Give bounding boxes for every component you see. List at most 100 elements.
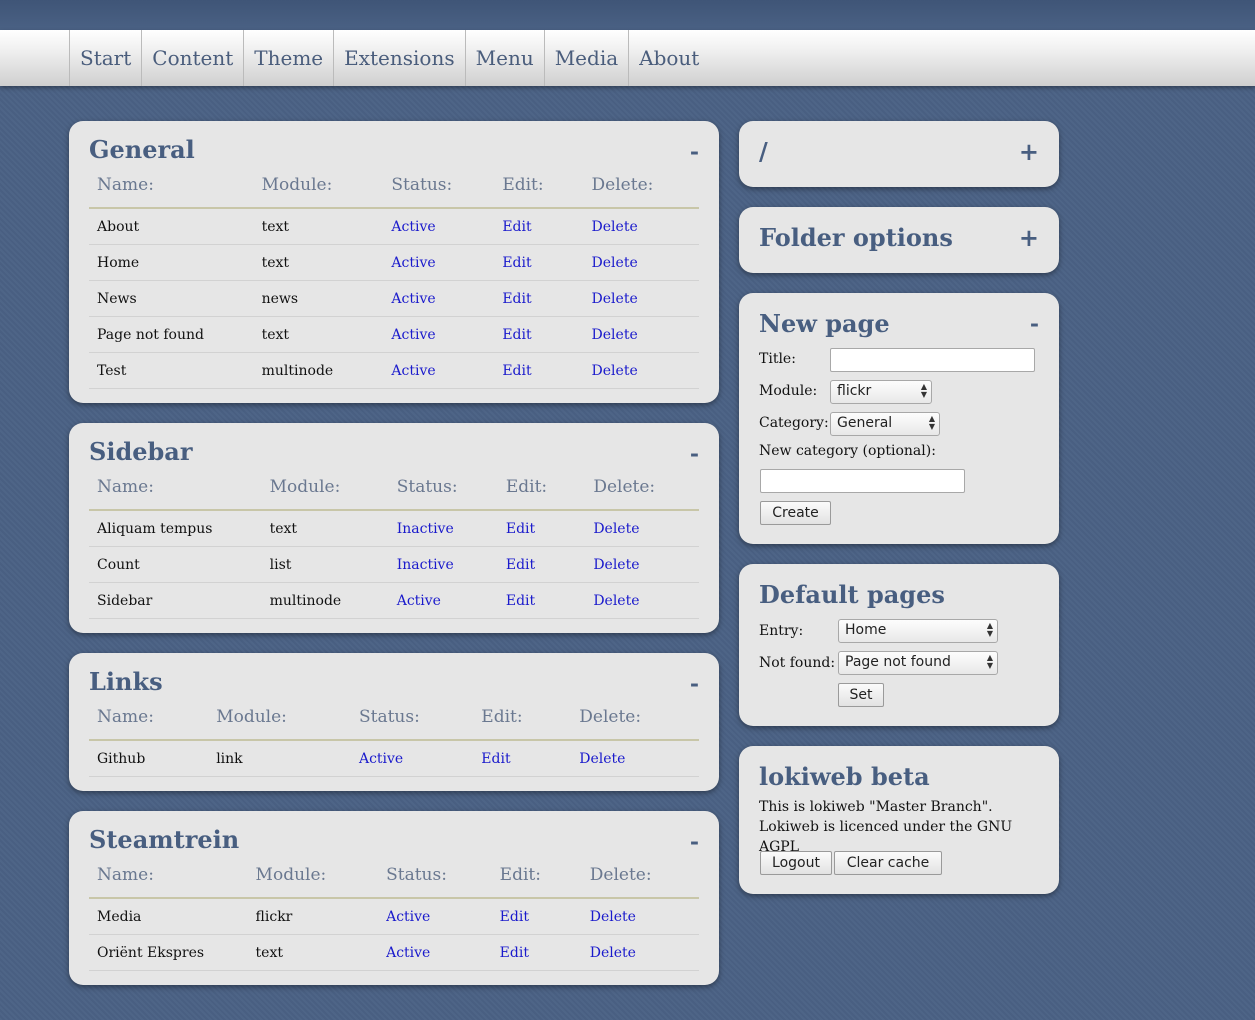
new-page-title: New page [759,309,890,338]
delete-cell: Delete [583,244,699,281]
not-found-label: Not found: [759,655,836,671]
status-link[interactable]: Active [391,327,435,343]
title-label: Title: [759,351,796,367]
create-button[interactable]: Create [760,501,831,525]
delete-link[interactable]: Delete [592,363,638,379]
column-header: Delete: [571,695,699,741]
column-header: Edit: [497,465,586,511]
delete-cell: Delete [583,316,699,353]
status-link[interactable]: Inactive [397,557,454,573]
status-link[interactable]: Active [391,363,435,379]
column-header: Status: [388,465,498,511]
status-link[interactable]: Inactive [397,521,454,537]
module-cell: text [261,510,389,547]
column-header: Module: [208,695,351,741]
path-panel: / + [739,121,1059,187]
delete-link[interactable]: Delete [593,593,639,609]
menu-item-theme[interactable]: Theme [243,30,333,86]
edit-link[interactable]: Edit [502,219,531,235]
clear-cache-button[interactable]: Clear cache [834,851,942,875]
table-row: News news Active Edit Delete [89,280,699,317]
delete-link[interactable]: Delete [593,557,639,573]
module-select[interactable]: flickr ▲ ▼ [830,380,932,404]
table-row: Page not found text Active Edit Delete [89,316,699,353]
logout-button[interactable]: Logout [760,851,832,875]
column-header: Status: [350,695,474,741]
menu-item-about[interactable]: About [628,30,709,86]
column-header: Name: [89,163,254,209]
status-link[interactable]: Active [391,219,435,235]
page-name-text: About [97,218,140,235]
edit-link[interactable]: Edit [502,255,531,271]
delete-link[interactable]: Delete [592,255,638,271]
edit-link[interactable]: Edit [502,291,531,307]
page-name-text: Sidebar [97,592,153,609]
module-label: Module: [759,383,818,399]
module-cell: link [208,740,351,777]
status-cell: Active [350,740,474,777]
category-select[interactable]: General ▲ ▼ [830,412,940,436]
collapse-toggle[interactable]: - [690,671,699,697]
status-link[interactable]: Active [386,945,430,961]
category-select-value: General [837,415,893,431]
edit-link[interactable]: Edit [506,557,535,573]
collapse-toggle[interactable]: - [690,139,699,165]
entry-label: Entry: [759,623,804,639]
expand-toggle[interactable]: + [1019,223,1039,252]
status-link[interactable]: Active [391,291,435,307]
category-panel-sidebar: Sidebar - Name: Module: Status: Edit: Delete… [69,423,719,633]
select-arrows-icon: ▲ ▼ [986,653,993,670]
table-header-row: Name: Module: Status: Edit: Delete: [89,465,699,511]
delete-cell: Delete [581,934,699,971]
edit-link[interactable]: Edit [502,327,531,343]
status-link[interactable]: Active [397,593,441,609]
page-name-text: Github [97,750,146,767]
menu-item-media[interactable]: Media [543,30,628,86]
status-cell: Inactive [388,546,498,583]
menu-item-extensions[interactable]: Extensions [333,30,464,86]
delete-link[interactable]: Delete [590,909,636,925]
column-header: Delete: [583,163,699,209]
delete-link[interactable]: Delete [592,219,638,235]
new-category-label: New category (optional): [759,443,936,459]
expand-toggle[interactable]: + [1019,137,1039,166]
select-arrows-icon: ▲ ▼ [986,621,993,638]
edit-link[interactable]: Edit [506,593,535,609]
edit-cell: Edit [497,582,586,619]
edit-link[interactable]: Edit [481,751,510,767]
set-button[interactable]: Set [838,683,884,707]
entry-select-value: Home [845,622,887,638]
delete-link[interactable]: Delete [592,327,638,343]
status-link[interactable]: Active [391,255,435,271]
edit-link[interactable]: Edit [502,363,531,379]
edit-link[interactable]: Edit [500,909,529,925]
new-category-input[interactable] [760,469,965,493]
page-name-text: Page not found [97,326,204,343]
status-cell: Active [383,244,495,281]
not-found-select[interactable]: Page not found ▲ ▼ [838,651,998,675]
title-input[interactable] [830,348,1035,372]
table-row: Github link Active Edit Delete [89,740,699,777]
delete-link[interactable]: Delete [590,945,636,961]
page-name-cell: Media [89,898,248,935]
status-cell: Active [388,582,498,619]
menu-item-start[interactable]: Start [69,30,141,86]
table-row: Test multinode Active Edit Delete [89,352,699,389]
edit-cell: Edit [494,208,584,245]
delete-link[interactable]: Delete [579,751,625,767]
status-link[interactable]: Active [359,751,403,767]
delete-link[interactable]: Delete [593,521,639,537]
entry-select[interactable]: Home ▲ ▼ [838,619,998,643]
status-link[interactable]: Active [386,909,430,925]
menu-item-menu[interactable]: Menu [464,30,544,86]
edit-link[interactable]: Edit [500,945,529,961]
collapse-toggle[interactable]: - [690,829,699,855]
collapse-toggle[interactable]: - [690,441,699,467]
collapse-toggle[interactable]: - [1030,311,1039,337]
select-arrows-icon: ▲ ▼ [928,414,935,431]
edit-cell: Edit [473,740,572,777]
edit-link[interactable]: Edit [506,521,535,537]
delete-link[interactable]: Delete [592,291,638,307]
module-cell: text [253,208,384,245]
menu-item-content[interactable]: Content [141,30,243,86]
